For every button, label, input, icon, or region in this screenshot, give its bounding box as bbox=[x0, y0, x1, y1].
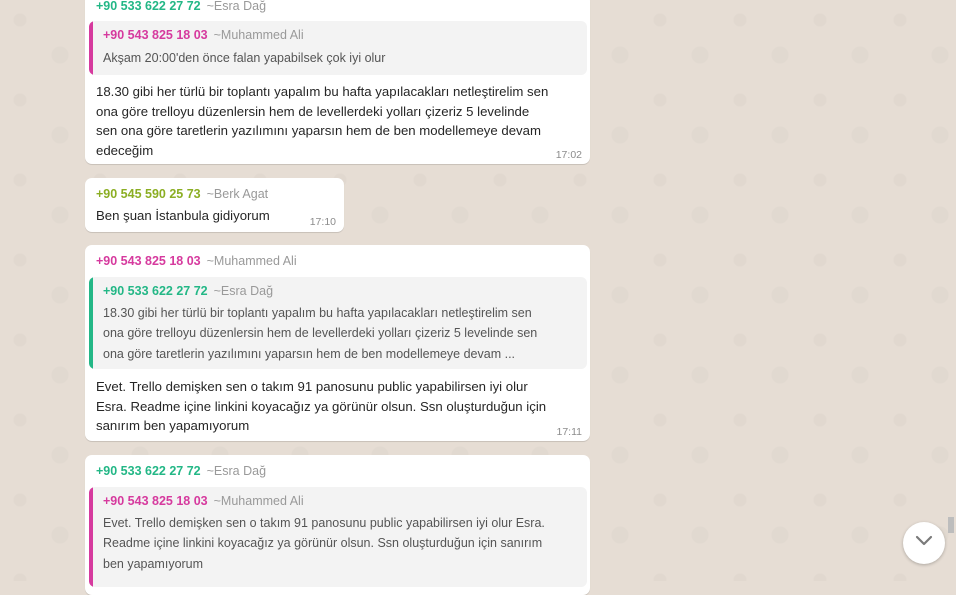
message-bubble[interactable]: +90 545 590 25 73 ~Berk Agat Ben şuan İst… bbox=[85, 178, 344, 232]
quote-sender-alias: ~Esra Dağ bbox=[213, 284, 274, 298]
message-text: Evet. Trello demişken sen o takım 91 pan… bbox=[96, 377, 586, 436]
quoted-message[interactable]: +90 533 622 27 72 ~Esra Dağ 18.30 gibi he… bbox=[89, 277, 587, 369]
scrollbar-thumb[interactable] bbox=[948, 517, 954, 533]
message-sender[interactable]: +90 543 825 18 03 ~Muhammed Ali bbox=[96, 254, 297, 268]
sender-alias: ~Esra Dağ bbox=[206, 464, 267, 478]
message-line: sen ona göre taretlerin yazılımını yapar… bbox=[96, 123, 541, 138]
message-line: edeceğim bbox=[96, 142, 154, 158]
message-line: Evet. Trello demişken sen o takım 91 pan… bbox=[96, 379, 528, 394]
quote-line: 18.30 gibi her türlü bir toplantı yapalı… bbox=[103, 306, 532, 320]
quote-bar bbox=[89, 21, 93, 75]
quote-sender-number: +90 543 825 18 03 bbox=[103, 494, 208, 508]
chevron-down-icon bbox=[915, 534, 933, 552]
quote-text: Evet. Trello demişken sen o takım 91 pan… bbox=[103, 513, 577, 574]
quote-line: Readme içine linkini koyacağız ya görünü… bbox=[103, 536, 543, 551]
quote-bar bbox=[89, 277, 93, 369]
quote-sender-alias: ~Muhammed Ali bbox=[213, 494, 304, 508]
quote-sender-alias: ~Muhammed Ali bbox=[213, 28, 304, 42]
quote-sender: +90 543 825 18 03 ~Muhammed Ali bbox=[103, 28, 304, 42]
message-sender[interactable]: +90 533 622 27 72 ~Esra Dağ bbox=[96, 0, 266, 13]
quote-text: 18.30 gibi her türlü bir toplantı yapalı… bbox=[103, 303, 577, 364]
message-text: 18.30 gibi her türlü bir toplantı yapalı… bbox=[96, 82, 586, 160]
sender-alias: ~Esra Dağ bbox=[206, 0, 267, 13]
message-sender[interactable]: +90 545 590 25 73 ~Berk Agat bbox=[96, 187, 268, 201]
quoted-message[interactable]: +90 543 825 18 03 ~Muhammed Ali Akşam 20:… bbox=[89, 21, 587, 75]
quote-line: Evet. Trello demişken sen o takım 91 pan… bbox=[103, 516, 545, 530]
quoted-message[interactable]: +90 543 825 18 03 ~Muhammed Ali Evet. Tre… bbox=[89, 487, 587, 587]
sender-alias: ~Berk Agat bbox=[206, 187, 269, 201]
message-bubble[interactable]: +90 533 622 27 72 ~Esra Dağ +90 543 825 1… bbox=[85, 455, 590, 595]
message-line: ona göre trelloyu düzenlersin hem de lev… bbox=[96, 103, 530, 119]
sender-number[interactable]: +90 533 622 27 72 bbox=[96, 0, 201, 13]
message-bubble[interactable]: +90 543 825 18 03 ~Muhammed Ali +90 533 6… bbox=[85, 245, 590, 441]
quote-line: ona göre trelloyu düzenlersin hem de lev… bbox=[103, 326, 538, 341]
message-text: Ben şuan İstanbula gidiyorum bbox=[96, 208, 270, 223]
message-line: Esra. Readme içine linkini koyacağız ya … bbox=[96, 398, 547, 414]
quote-line: ben yapamıyorum bbox=[103, 556, 204, 571]
quote-sender-number: +90 543 825 18 03 bbox=[103, 28, 208, 42]
sender-alias: ~Muhammed Ali bbox=[206, 254, 297, 268]
scroll-to-bottom-button[interactable] bbox=[903, 522, 945, 564]
message-bubble[interactable]: +90 533 622 27 72 ~Esra Dağ +90 543 825 1… bbox=[85, 0, 590, 164]
quote-sender: +90 543 825 18 03 ~Muhammed Ali bbox=[103, 494, 304, 508]
message-time: 17:10 bbox=[309, 216, 336, 228]
quote-bar bbox=[89, 487, 93, 587]
message-time: 17:02 bbox=[555, 149, 582, 161]
quote-sender: +90 533 622 27 72 ~Esra Dağ bbox=[103, 284, 273, 298]
message-line: sanırım ben yapamıyorum bbox=[96, 418, 250, 433]
quote-line: ona göre taretlerin yazılımını yaparsın … bbox=[103, 346, 516, 361]
message-line: 18.30 gibi her türlü bir toplantı yapalı… bbox=[96, 84, 549, 99]
sender-number[interactable]: +90 533 622 27 72 bbox=[96, 464, 201, 478]
quote-text: Akşam 20:00'den önce falan yapabilsek ço… bbox=[103, 51, 386, 65]
sender-number[interactable]: +90 545 590 25 73 bbox=[96, 187, 201, 201]
message-time: 17:11 bbox=[556, 426, 583, 438]
sender-number[interactable]: +90 543 825 18 03 bbox=[96, 254, 201, 268]
message-sender[interactable]: +90 533 622 27 72 ~Esra Dağ bbox=[96, 464, 266, 478]
quote-sender-number: +90 533 622 27 72 bbox=[103, 284, 208, 298]
